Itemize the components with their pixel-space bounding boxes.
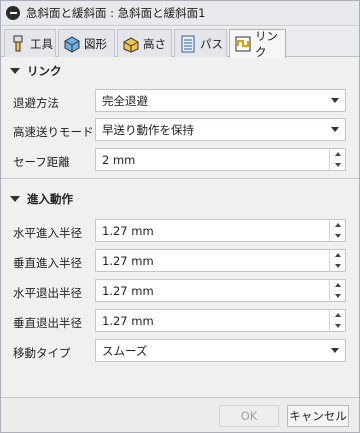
tab-passes-label: パス bbox=[200, 36, 223, 51]
chevron-down-icon bbox=[331, 127, 339, 132]
safe-distance-label: セーフ距離 bbox=[13, 155, 70, 169]
transition-type-select[interactable]: スムーズ bbox=[95, 339, 346, 362]
tab-tool[interactable]: 工具 bbox=[4, 29, 56, 57]
dialog-footer: OK キャンセル bbox=[1, 397, 359, 432]
dialog-window: 急斜面と緩斜面 : 急斜面と緩斜面1 工具 図形 高さ パス リンク リンク 退… bbox=[0, 0, 360, 433]
vertical-lead-out-input[interactable]: 1.27 mm bbox=[95, 309, 346, 332]
ok-button[interactable]: OK bbox=[219, 405, 279, 427]
section-header-entry[interactable]: 進入動作 bbox=[1, 188, 359, 210]
chevron-down-icon bbox=[331, 348, 339, 353]
spin-up-icon[interactable] bbox=[330, 280, 345, 291]
section-title-entry: 進入動作 bbox=[27, 192, 73, 206]
caret-down-icon bbox=[10, 196, 20, 202]
horizontal-lead-in-input[interactable]: 1.27 mm bbox=[95, 219, 346, 242]
linking-icon bbox=[234, 35, 252, 53]
high-feed-value: 早送り動作を保持 bbox=[102, 122, 194, 137]
high-feed-select[interactable]: 早送り動作を保持 bbox=[95, 118, 346, 141]
tab-heights[interactable]: 高さ bbox=[117, 29, 172, 57]
tab-tool-label: 工具 bbox=[30, 36, 53, 51]
chevron-down-icon bbox=[331, 98, 339, 103]
vertical-lead-in-label: 垂直進入半径 bbox=[13, 256, 82, 270]
tab-geometry-label: 図形 bbox=[84, 36, 107, 51]
vertical-lead-out-value: 1.27 mm bbox=[102, 313, 154, 328]
tab-linking[interactable]: リンク bbox=[229, 29, 286, 59]
vertical-lead-out-label: 垂直退出半径 bbox=[13, 316, 82, 330]
spin-buttons[interactable] bbox=[329, 280, 345, 301]
transition-type-value: スムーズ bbox=[102, 343, 148, 358]
safe-distance-input[interactable]: 2 mm bbox=[95, 148, 346, 171]
spin-down-icon[interactable] bbox=[330, 291, 345, 302]
horizontal-lead-in-label: 水平進入半径 bbox=[13, 226, 82, 240]
dialog-title: 急斜面と緩斜面 : 急斜面と緩斜面1 bbox=[26, 6, 206, 20]
title-bar: 急斜面と緩斜面 : 急斜面と緩斜面1 bbox=[1, 1, 359, 26]
horizontal-lead-out-input[interactable]: 1.27 mm bbox=[95, 279, 346, 302]
section-header-link[interactable]: リンク bbox=[1, 60, 359, 82]
retract-policy-select[interactable]: 完全退避 bbox=[95, 89, 346, 112]
spin-buttons[interactable] bbox=[329, 220, 345, 241]
retract-policy-label: 退避方法 bbox=[13, 96, 59, 110]
spin-up-icon[interactable] bbox=[330, 250, 345, 261]
tab-heights-label: 高さ bbox=[143, 36, 166, 51]
vertical-lead-in-input[interactable]: 1.27 mm bbox=[95, 249, 346, 272]
section-title-link: リンク bbox=[27, 64, 62, 78]
heights-icon bbox=[122, 35, 140, 53]
spin-up-icon[interactable] bbox=[330, 149, 345, 160]
spin-buttons[interactable] bbox=[329, 250, 345, 271]
spin-down-icon[interactable] bbox=[330, 261, 345, 272]
spin-up-icon[interactable] bbox=[330, 220, 345, 231]
transition-type-label: 移動タイプ bbox=[13, 346, 71, 360]
spin-buttons[interactable] bbox=[329, 310, 345, 331]
spin-down-icon[interactable] bbox=[330, 231, 345, 242]
caret-down-icon bbox=[10, 68, 20, 74]
spin-down-icon[interactable] bbox=[330, 321, 345, 332]
tab-passes[interactable]: パス bbox=[174, 29, 227, 57]
section-divider bbox=[1, 178, 359, 179]
spin-down-icon[interactable] bbox=[330, 160, 345, 171]
spin-up-icon[interactable] bbox=[330, 310, 345, 321]
horizontal-lead-out-label: 水平退出半径 bbox=[13, 286, 82, 300]
retract-policy-value: 完全退避 bbox=[102, 93, 148, 108]
tool-icon bbox=[9, 35, 27, 53]
vertical-lead-in-value: 1.27 mm bbox=[102, 253, 154, 268]
tab-geometry[interactable]: 図形 bbox=[58, 29, 115, 57]
horizontal-lead-in-value: 1.27 mm bbox=[102, 223, 154, 238]
geometry-icon bbox=[63, 35, 81, 53]
safe-distance-value: 2 mm bbox=[102, 152, 136, 167]
spin-buttons[interactable] bbox=[329, 149, 345, 170]
cancel-button[interactable]: キャンセル bbox=[287, 405, 349, 427]
high-feed-label: 高速送りモード bbox=[13, 125, 94, 139]
tab-linking-label: リンク bbox=[255, 29, 278, 59]
horizontal-lead-out-value: 1.27 mm bbox=[102, 283, 154, 298]
collapse-icon[interactable] bbox=[6, 6, 20, 20]
passes-icon bbox=[179, 35, 197, 53]
tab-bar: 工具 図形 高さ パス リンク bbox=[1, 27, 359, 59]
